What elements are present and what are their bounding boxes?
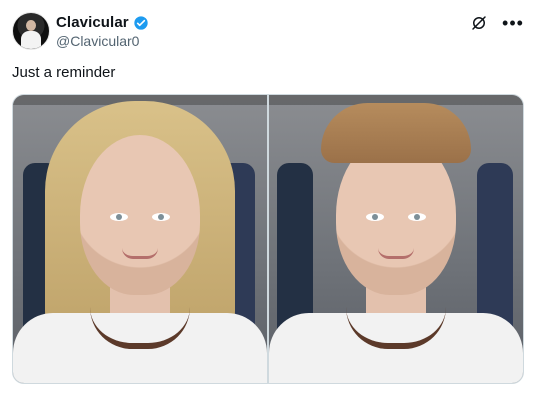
name-row: Clavicular (56, 14, 149, 31)
eye (152, 213, 170, 221)
face (80, 135, 200, 295)
eye (366, 213, 384, 221)
avatar-shirt (21, 31, 41, 49)
grok-icon[interactable] (470, 14, 488, 32)
eye (408, 213, 426, 221)
media-grid[interactable] (12, 94, 524, 384)
verified-badge-icon[interactable] (133, 15, 149, 31)
avatar[interactable] (12, 12, 50, 50)
mouth (122, 248, 158, 259)
tweet-text: Just a reminder (12, 64, 116, 81)
eye (110, 213, 128, 221)
more-icon[interactable]: ••• (502, 14, 523, 32)
avatar-head (26, 20, 36, 31)
handle[interactable]: @Clavicular0 (56, 33, 149, 49)
photo-right[interactable] (269, 95, 523, 383)
tweet-header: Clavicular @Clavicular0 ••• (12, 12, 523, 52)
display-name[interactable]: Clavicular (56, 14, 129, 31)
hair (321, 103, 471, 163)
tweet-actions: ••• (470, 14, 523, 32)
author-info: Clavicular @Clavicular0 (56, 14, 149, 49)
mouth (378, 248, 414, 259)
photo-left[interactable] (13, 95, 267, 383)
